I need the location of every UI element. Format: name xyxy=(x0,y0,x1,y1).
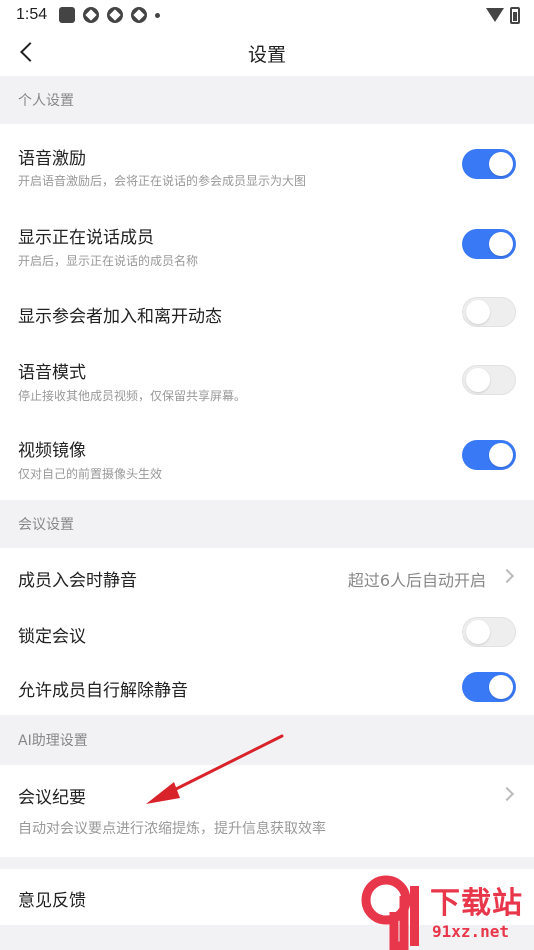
more-notifications-icon xyxy=(155,12,161,18)
system-icons xyxy=(486,6,520,24)
allow-unmute-toggle[interactable] xyxy=(462,672,516,702)
setting-description: 仅对自己的前置摄像头生效 xyxy=(18,467,163,481)
setting-title: 允许成员自行解除静音 xyxy=(18,681,188,701)
setting-title: 视频镜像 xyxy=(18,441,86,461)
toggle-knob xyxy=(466,620,490,644)
status-time: 1:54 xyxy=(16,6,48,23)
toggle-knob xyxy=(466,300,490,324)
setting-description: 开启后，显示正在说话的成员名称 xyxy=(18,254,199,268)
lock-meeting-toggle[interactable] xyxy=(462,617,516,647)
notification-icons xyxy=(59,7,161,23)
setting-description: 停止接收其他成员视频，仅保留共享屏幕。 xyxy=(18,389,247,403)
setting-value: 超过6人后自动开启 xyxy=(347,571,486,590)
status-bar: 1:54 xyxy=(0,0,534,30)
setting-title: 锁定会议 xyxy=(18,627,86,647)
setting-row-allow-unmute: 允许成员自行解除静音 xyxy=(0,660,534,715)
watermark-domain: 91xz.net xyxy=(432,922,510,941)
setting-description: 自动对会议要点进行浓缩提炼，提升信息获取效率 xyxy=(18,821,326,837)
watermark-brand: 下载站 xyxy=(430,886,523,921)
setting-row-voice-mode: 语音模式 停止接收其他成员视频，仅保留共享屏幕。 xyxy=(0,340,534,420)
watermark-logo-icon xyxy=(361,875,419,950)
setting-row-show-speaking: 显示正在说话成员 开启后，显示正在说话的成员名称 xyxy=(0,204,534,284)
watermark: 下载站 91xz.net xyxy=(360,872,534,950)
page-title: 设置 xyxy=(247,43,286,66)
annotation-arrow-icon xyxy=(146,734,284,804)
setting-row-show-join-leave: 显示参会者加入和离开动态 xyxy=(0,284,534,340)
wifi-icon xyxy=(486,8,504,22)
personal-settings-card: 语音激励 开启语音激励后，会将正在说话的参会成员显示为大图 显示正在说话成员 开… xyxy=(0,124,534,500)
section-header-meeting: 会议设置 xyxy=(0,500,534,548)
show-speaking-toggle[interactable] xyxy=(462,229,516,259)
setting-row-voice-motivation: 语音激励 开启语音激励后，会将正在说话的参会成员显示为大图 xyxy=(0,124,534,204)
voice-mode-toggle[interactable] xyxy=(462,365,516,395)
app-notification-icon xyxy=(107,7,124,23)
chevron-right-icon xyxy=(499,568,515,584)
toggle-knob xyxy=(489,152,513,176)
voice-motivation-toggle[interactable] xyxy=(462,149,516,179)
setting-title: 语音模式 xyxy=(18,363,86,383)
setting-title: 会议纪要 xyxy=(18,788,86,808)
show-join-leave-toggle[interactable] xyxy=(462,297,516,327)
setting-title: 成员入会时静音 xyxy=(18,571,137,591)
section-header-personal: 个人设置 xyxy=(0,76,534,124)
setting-description: 开启语音激励后，会将正在说话的参会成员显示为大图 xyxy=(18,174,307,188)
video-mirror-toggle[interactable] xyxy=(462,440,516,470)
app-notification-icon xyxy=(131,7,148,23)
toggle-knob xyxy=(489,443,513,467)
app-notification-icon xyxy=(83,7,100,23)
toggle-knob xyxy=(489,232,513,256)
back-icon[interactable] xyxy=(18,42,38,62)
setting-row-lock-meeting: 锁定会议 xyxy=(0,604,534,660)
app-notification-icon xyxy=(59,7,76,23)
meeting-settings-card: 成员入会时静音 超过6人后自动开启 锁定会议 允许成员自行解除静音 xyxy=(0,548,534,715)
setting-title: 语音激励 xyxy=(18,149,86,169)
toggle-knob xyxy=(466,368,490,392)
setting-row-video-mirror: 视频镜像 仅对自己的前置摄像头生效 xyxy=(0,420,534,500)
feedback-label: 意见反馈 xyxy=(18,891,86,911)
setting-row-mute-on-join[interactable]: 成员入会时静音 超过6人后自动开启 xyxy=(0,548,534,604)
chevron-right-icon xyxy=(499,786,515,802)
battery-icon xyxy=(510,6,520,24)
toggle-knob xyxy=(489,675,513,699)
setting-title: 显示参会者加入和离开动态 xyxy=(18,307,222,327)
setting-title: 显示正在说话成员 xyxy=(18,228,154,248)
nav-bar: 设置 xyxy=(0,30,534,76)
